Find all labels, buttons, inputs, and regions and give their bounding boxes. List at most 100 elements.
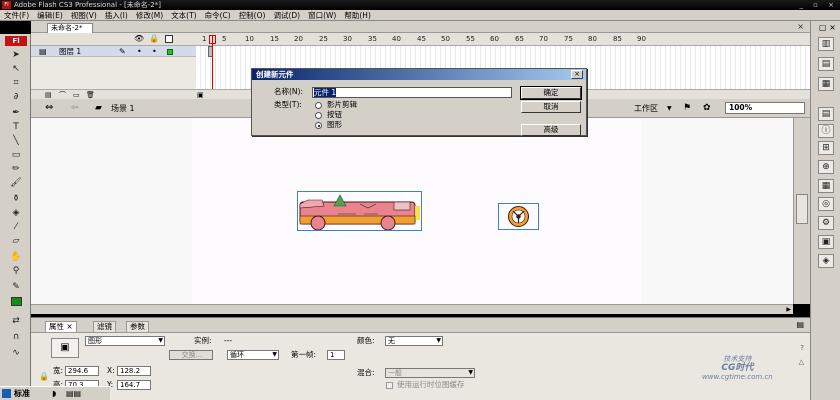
menu-debug[interactable]: 调试(D) (269, 10, 304, 21)
align-panel-icon[interactable]: ⊕ (818, 160, 834, 174)
subselection-tool-icon[interactable]: ↖ (9, 63, 23, 75)
components-panel-icon[interactable]: ▦ (818, 179, 834, 193)
cache-checkbox[interactable] (386, 382, 393, 389)
horizontal-scrollbar[interactable]: ▶ (31, 304, 793, 314)
stroke-color-icon[interactable]: ✎ (9, 281, 23, 293)
timeline-toggle-icon[interactable]: ⇔ (45, 102, 53, 114)
free-transform-tool-icon[interactable]: ⌗ (9, 77, 23, 89)
swap-button[interactable]: 交换... (169, 350, 213, 360)
outline-icon[interactable] (165, 35, 173, 43)
menu-file[interactable]: 文件(F) (0, 10, 33, 21)
eye-icon[interactable]: 👁 (134, 34, 144, 43)
taskbar-label[interactable]: 标准 (14, 388, 30, 400)
loop-select[interactable]: 循环 (227, 350, 279, 360)
output-panel-icon[interactable]: ◈ (818, 254, 834, 268)
movie-clip-radio[interactable] (315, 102, 322, 109)
menu-control[interactable]: 控制(O) (235, 10, 270, 21)
info-panel-icon[interactable]: ⓘ (818, 124, 834, 138)
swatches-panel-icon[interactable]: ▤ (818, 57, 834, 71)
graphic-radio[interactable] (315, 122, 322, 129)
selection-tool-icon[interactable]: ➤ (9, 49, 23, 61)
workspace-dropdown[interactable]: 工作区 (634, 103, 658, 114)
lasso-tool-icon[interactable]: ∂ (9, 91, 23, 103)
menu-window[interactable]: 窗口(W) (304, 10, 340, 21)
blend-select[interactable]: 一般 (385, 368, 475, 378)
lock-icon[interactable]: 🔒 (149, 34, 159, 43)
car-drawing[interactable] (297, 191, 422, 231)
symbol-behavior-select[interactable]: 图形 (85, 336, 165, 346)
tab-filters[interactable]: 滤镜 (93, 321, 116, 332)
eyedropper-tool-icon[interactable]: ⁄ (9, 221, 23, 233)
vertical-scrollbar[interactable] (793, 118, 810, 304)
dock-collapse-icon[interactable]: ▢ × (819, 23, 836, 32)
fill-color-icon[interactable] (9, 297, 23, 309)
advanced-button[interactable]: 高级 (521, 124, 581, 136)
panel-menu-icon[interactable]: ▤ (796, 320, 804, 329)
first-frame-input[interactable]: 1 (327, 350, 345, 360)
color-panel-icon[interactable]: ▤ (818, 107, 834, 121)
pencil-tool-icon[interactable]: ✏ (9, 163, 23, 175)
y-input[interactable]: 164.7 (117, 380, 151, 390)
actions-panel-icon[interactable]: ⚙ (818, 216, 834, 230)
transform-panel-icon[interactable]: ⊞ (818, 141, 834, 155)
smooth-option-icon[interactable]: ∿ (9, 347, 23, 359)
motion-panel-icon[interactable]: ▦ (818, 77, 834, 91)
taskbar-moon-icon[interactable]: ◗ (52, 388, 56, 400)
text-tool-icon[interactable]: T (9, 121, 23, 133)
ink-bottle-tool-icon[interactable]: ⚱ (9, 193, 23, 205)
menu-insert[interactable]: 插入(I) (101, 10, 132, 21)
snap-magnet-icon[interactable]: ∩ (9, 331, 23, 343)
frame-ruler[interactable] (196, 33, 810, 46)
symbol-name-input[interactable]: 元件 1 (312, 87, 512, 98)
dialog-close-icon[interactable]: × (571, 70, 583, 79)
back-arrow-icon[interactable]: ⇦ (71, 102, 79, 114)
button-type-label[interactable]: 按钮 (327, 110, 342, 120)
cancel-button[interactable]: 取消 (521, 101, 581, 113)
visible-dot-icon[interactable]: • (137, 46, 142, 57)
tab-properties[interactable]: 属性 × (45, 321, 77, 332)
library-panel-icon[interactable]: ▥ (818, 37, 834, 51)
menu-commands[interactable]: 命令(C) (201, 10, 235, 21)
cache-label[interactable]: 使用运行时位图缓存 (397, 379, 465, 390)
taskbar-app-icon[interactable] (2, 389, 11, 398)
scene-label[interactable]: 场景 1 (111, 103, 135, 114)
unlocked-dot-icon[interactable]: • (152, 46, 157, 57)
edit-symbol-icon[interactable]: ✿ (703, 102, 711, 114)
help-icon[interactable]: ? (800, 344, 804, 352)
steering-wheel-drawing[interactable] (498, 203, 539, 230)
color-style-select[interactable]: 无 (385, 336, 443, 346)
rectangle-tool-icon[interactable]: ▭ (9, 149, 23, 161)
zoom-select[interactable]: 100% (725, 102, 805, 114)
lock-proportions-icon[interactable]: 🔒 (39, 372, 49, 382)
width-input[interactable]: 294.6 (65, 366, 99, 376)
behaviors-panel-icon[interactable]: ▣ (818, 235, 834, 249)
swap-colors-icon[interactable]: ⇄ (9, 315, 23, 327)
scroll-right-icon[interactable]: ▶ (786, 305, 791, 314)
pen-tool-icon[interactable]: ✒ (9, 107, 23, 119)
brush-tool-icon[interactable]: 🖌 (9, 177, 23, 189)
menu-edit[interactable]: 编辑(E) (33, 10, 67, 21)
tab-parameters[interactable]: 参数 (126, 321, 149, 332)
ok-button[interactable]: 确定 (520, 86, 582, 100)
document-tab[interactable]: 未命名-2* (47, 23, 93, 33)
hand-tool-icon[interactable]: ✋ (9, 251, 23, 263)
graphic-label[interactable]: 图形 (327, 120, 342, 130)
edit-scene-icon[interactable]: ⚑ (683, 102, 691, 114)
line-tool-icon[interactable]: ╲ (9, 135, 23, 147)
paint-bucket-tool-icon[interactable]: ◈ (9, 207, 23, 219)
menu-modify[interactable]: 修改(M) (132, 10, 167, 21)
movie-explorer-icon[interactable]: ◎ (818, 197, 834, 211)
workspace-chevron-icon[interactable]: ▼ (667, 103, 672, 114)
menu-text[interactable]: 文本(T) (167, 10, 200, 21)
menu-help[interactable]: 帮助(H) (340, 10, 375, 21)
layer-name[interactable]: 图层 1 (59, 46, 81, 57)
taskbar-tray-icon[interactable]: ▤▤ (66, 388, 81, 400)
x-input[interactable]: 128.2 (117, 366, 151, 376)
eraser-tool-icon[interactable]: ▱ (9, 235, 23, 247)
movie-clip-label[interactable]: 影片剪辑 (327, 100, 357, 110)
menu-view[interactable]: 视图(V) (67, 10, 101, 21)
close-document-icon[interactable]: × (797, 21, 804, 33)
vertical-scroll-thumb[interactable] (796, 194, 808, 224)
outline-color-square[interactable] (167, 49, 173, 55)
zoom-tool-icon[interactable]: ⚲ (9, 265, 23, 277)
